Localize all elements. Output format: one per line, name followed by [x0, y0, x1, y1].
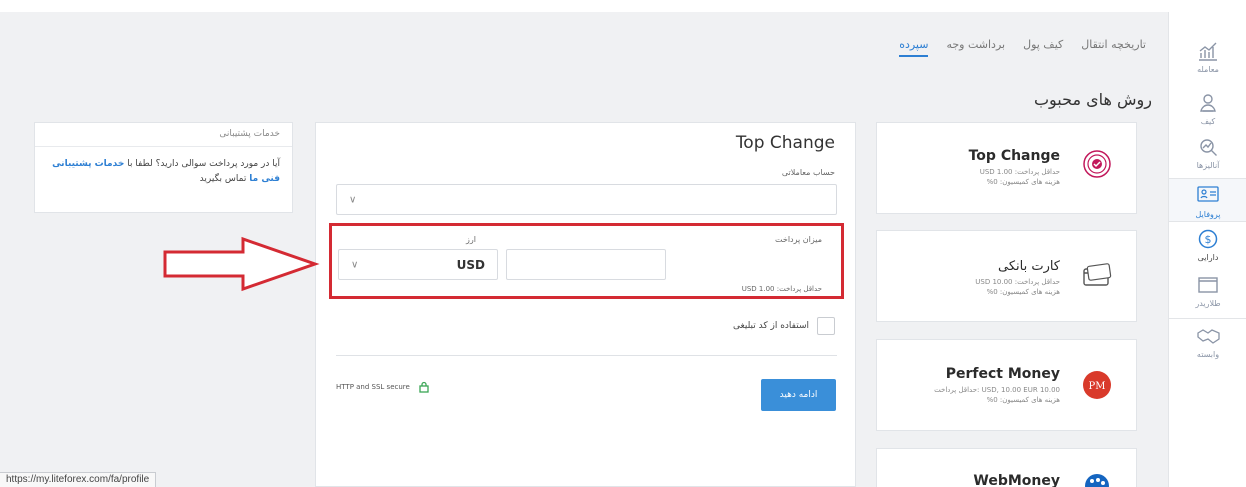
amount-label: میزان پرداخت	[775, 235, 822, 244]
sidebar-item-label: طلاریدر	[1195, 299, 1221, 308]
method-fee: هزینه های کمیسیون: 0%	[986, 178, 1060, 186]
tab-transfer-history[interactable]: تاریخچه انتقال	[1081, 38, 1146, 57]
sidebar-item-assets[interactable]: $ دارایی	[1169, 228, 1246, 276]
sidebar-item-label: پروفایل	[1195, 210, 1221, 219]
deposit-form: Top Change حساب معاملاتی ∨ میزان پرداخت …	[315, 122, 856, 487]
sidebar-item-trader[interactable]: طلاریدر	[1169, 274, 1246, 322]
sidebar-item-label: آنالیزها	[1196, 161, 1220, 170]
pm-logo-text: PM	[1089, 381, 1106, 392]
method-card-bank[interactable]: کارت بانکی حداقل پرداخت: 10.00 USD هزینه…	[876, 230, 1137, 322]
amount-input[interactable]	[506, 249, 666, 280]
method-fee: هزینه های کمیسیون: 0%	[986, 396, 1060, 404]
support-title: خدمات پشتیبانی	[35, 123, 292, 147]
support-tail: تماس بگیرید	[199, 174, 247, 184]
sidebar: معامله کیف آنالیزها پروفایل $ دارایی طلا…	[1168, 12, 1246, 487]
browser-status-url: https://my.liteforex.com/fa/profile	[0, 472, 157, 487]
lock-icon	[419, 381, 429, 393]
analytics-icon	[1197, 136, 1219, 158]
min-payment-note: حداقل پرداخت: USD 1.00	[741, 285, 822, 293]
perfect-money-logo: PM	[1083, 371, 1111, 399]
tab-wallet[interactable]: کیف پول	[1023, 38, 1063, 57]
support-question: آیا در مورد پرداخت سوالی دارید؟ لطفا با	[127, 159, 280, 169]
popular-methods-title: روش های محبوب	[1033, 90, 1152, 109]
form-title: Top Change	[735, 133, 835, 153]
divider	[336, 355, 837, 356]
webmoney-logo	[1085, 474, 1109, 487]
continue-button[interactable]: ادامه دهید	[761, 379, 836, 411]
currency-value: USD	[456, 257, 485, 272]
handshake-icon	[1197, 325, 1220, 347]
top-strip	[0, 0, 1246, 12]
dollar-icon: $	[1197, 228, 1219, 250]
chevron-down-icon: ∨	[351, 259, 359, 270]
method-min: حداقل پرداخت: 10.00 USD	[975, 278, 1060, 286]
sidebar-item-trade[interactable]: معامله	[1169, 40, 1246, 88]
method-min: حداقل پرداخت: 1.00 USD	[979, 168, 1060, 176]
promo-label: استفاده از کد تبلیغی	[733, 321, 809, 331]
deposit-tabs: سپرده برداشت وجه کیف پول تاریخچه انتقال	[899, 38, 1146, 57]
svg-text:$: $	[1205, 233, 1212, 246]
currency-label: ارز	[466, 235, 476, 244]
method-name: Perfect Money	[945, 366, 1060, 382]
promo-row: استفاده از کد تبلیغی	[733, 317, 835, 335]
chevron-down-icon: ∨	[349, 194, 357, 205]
account-label: حساب معاملاتی	[781, 168, 835, 177]
support-panel: خدمات پشتیبانی آیا در مورد پرداخت سوالی …	[34, 122, 293, 213]
tab-withdraw[interactable]: برداشت وجه	[946, 38, 1005, 57]
sidebar-item-label: معامله	[1197, 65, 1219, 74]
sidebar-item-label: دارایی	[1197, 253, 1219, 262]
window-icon	[1197, 274, 1219, 296]
sidebar-item-analytics[interactable]: آنالیزها	[1169, 136, 1246, 184]
sidebar-item-affiliate[interactable]: وابسته	[1169, 318, 1246, 366]
profile-card-icon	[1197, 185, 1219, 207]
method-card-top-change[interactable]: Top Change حداقل پرداخت: 1.00 USD هزینه …	[876, 122, 1137, 214]
secure-text: HTTP and SSL secure	[336, 383, 410, 391]
chart-icon	[1197, 40, 1219, 62]
support-text: آیا در مورد پرداخت سوالی دارید؟ لطفا با …	[35, 147, 292, 187]
sidebar-item-profile[interactable]: پروفایل	[1169, 178, 1246, 222]
method-card-perfect-money[interactable]: PM Perfect Money 10.00 USD, 10.00 EUR :ح…	[876, 339, 1137, 431]
secure-note: HTTP and SSL secure	[336, 381, 430, 393]
sidebar-item-wallet[interactable]: کیف	[1169, 92, 1246, 140]
red-arrow-annotation	[163, 236, 320, 292]
method-min: 10.00 USD, 10.00 EUR :حداقل پرداخت	[934, 386, 1060, 394]
method-name: WebMoney	[973, 473, 1060, 487]
bank-card-icon	[1083, 263, 1112, 286]
user-icon	[1197, 92, 1219, 114]
account-select[interactable]: ∨	[336, 184, 837, 215]
method-name: Top Change	[968, 148, 1060, 164]
method-name: کارت بانکی	[997, 259, 1060, 274]
currency-select[interactable]: ∨ USD	[338, 249, 498, 280]
promo-checkbox[interactable]	[817, 317, 835, 335]
tab-deposit[interactable]: سپرده	[899, 38, 929, 57]
method-card-webmoney[interactable]: WebMoney	[876, 448, 1137, 487]
top-change-logo	[1083, 150, 1111, 178]
sidebar-item-label: کیف	[1200, 117, 1216, 126]
method-fee: هزینه های کمیسیون: 0%	[986, 288, 1060, 296]
sidebar-item-label: وابسته	[1196, 350, 1220, 359]
